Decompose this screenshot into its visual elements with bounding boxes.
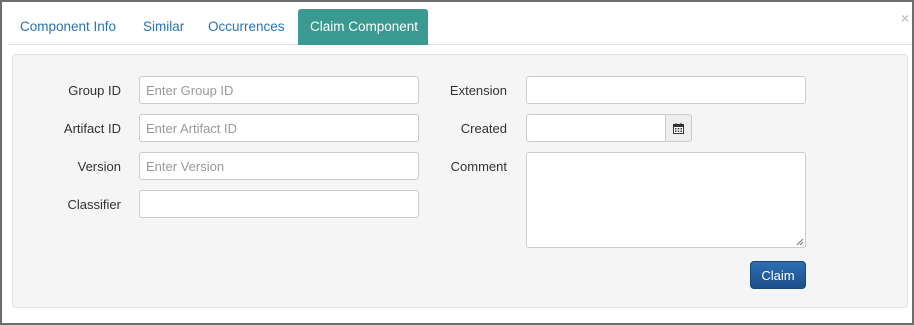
calendar-button[interactable] bbox=[665, 114, 692, 142]
calendar-icon bbox=[673, 122, 684, 134]
tab-bar: Component Info Similar Occurrences Claim… bbox=[8, 9, 912, 45]
tab-claim-component[interactable]: Claim Component bbox=[298, 9, 428, 45]
comment-label: Comment bbox=[450, 159, 507, 174]
created-date-input[interactable] bbox=[526, 114, 666, 142]
modal-window: Component Info Similar Occurrences Claim… bbox=[2, 2, 912, 323]
artifact-id-input[interactable] bbox=[139, 114, 419, 142]
claim-button[interactable]: Claim bbox=[750, 261, 806, 289]
claim-form-panel: Group ID Artifact ID Version Classifier … bbox=[12, 54, 908, 308]
tab-component-info[interactable]: Component Info bbox=[8, 9, 128, 45]
close-icon[interactable]: × bbox=[901, 10, 909, 26]
created-label: Created bbox=[460, 121, 507, 136]
extension-label: Extension bbox=[449, 83, 507, 98]
group-id-input[interactable] bbox=[139, 76, 419, 104]
tab-similar[interactable]: Similar bbox=[131, 9, 196, 45]
comment-wrapper bbox=[526, 152, 806, 248]
extension-input[interactable] bbox=[526, 76, 806, 104]
artifact-id-label: Artifact ID bbox=[63, 121, 121, 136]
version-input[interactable] bbox=[139, 152, 419, 180]
classifier-label: Classifier bbox=[67, 197, 121, 212]
version-label: Version bbox=[77, 159, 121, 174]
resize-grip-icon[interactable] bbox=[796, 238, 804, 246]
tab-occurrences[interactable]: Occurrences bbox=[196, 9, 297, 45]
group-id-label: Group ID bbox=[68, 83, 121, 98]
comment-textarea[interactable] bbox=[526, 152, 806, 248]
classifier-input[interactable] bbox=[139, 190, 419, 218]
